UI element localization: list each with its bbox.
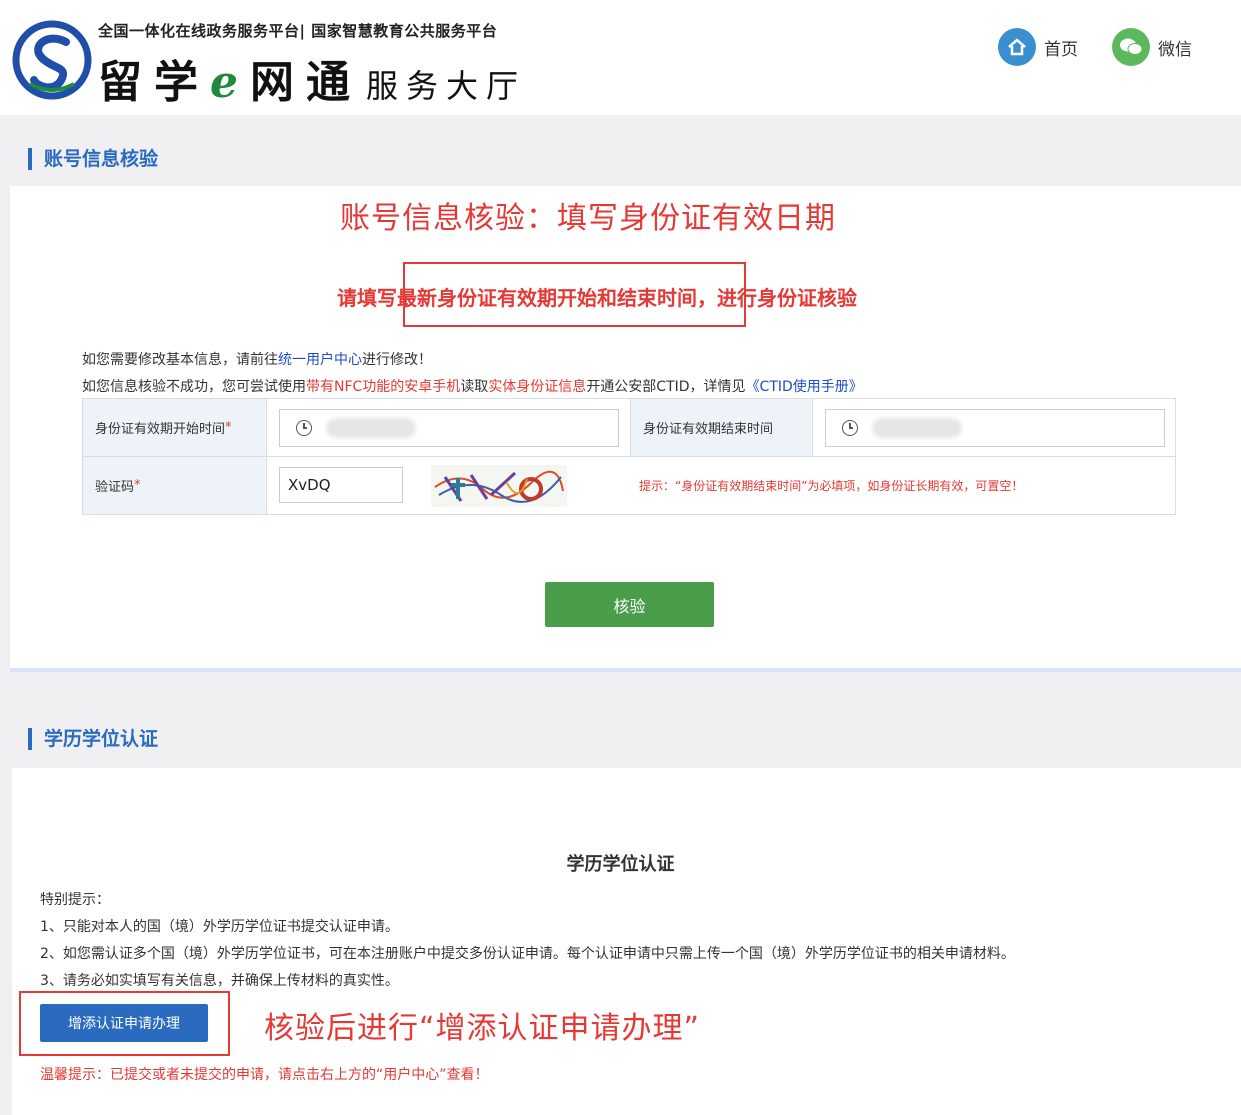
required-mark: *	[225, 420, 232, 435]
notice1-pre: 如您需要修改基本信息，请前往	[82, 352, 278, 368]
brand-sub: 服务大厅	[366, 67, 527, 105]
annotation-add: 核验后进行“增添认证申请办理”	[264, 1011, 701, 1046]
brand-main-2: 网通	[250, 57, 362, 108]
notice2-nfc: 带有NFC功能的安卓手机	[306, 379, 461, 395]
end-date-label: 身份证有效期结束时间	[631, 399, 813, 457]
home-label: 首页	[1044, 39, 1078, 60]
blurred-value	[872, 418, 962, 438]
blurred-value	[326, 418, 416, 438]
section-heading-account: 账号信息核验	[28, 148, 158, 170]
end-date-input[interactable]	[825, 409, 1165, 447]
section-heading-degree: 学历学位认证	[28, 728, 158, 750]
wechat-link[interactable]: 微信	[1112, 28, 1192, 66]
start-date-label-text: 身份证有效期开始时间	[95, 422, 226, 437]
end-date-cell	[813, 399, 1175, 457]
notice2-p2: 读取	[460, 379, 489, 395]
notice-line-1: 如您需要修改基本信息，请前往统一用户中心进行修改！	[82, 349, 432, 369]
captcha-label: 验证码 *	[83, 457, 267, 514]
warm-tip: 温馨提示：已提交或者未提交的申请，请点击右上方的“用户中心”查看！	[40, 1067, 489, 1083]
notice1-post: 进行修改！	[362, 352, 432, 368]
end-date-label-text: 身份证有效期结束时间	[643, 422, 774, 437]
form-hint: 提示：“身份证有效期结束时间”为必填项，如身份证长期有效，可置空！	[639, 479, 1024, 493]
captcha-cell: XvDQ 提示：“身份证有效期结束时间”为必填项，如身份证长期有效，可置空！	[267, 457, 1175, 514]
logo-emblem-icon	[12, 20, 92, 100]
verify-button[interactable]: 核验	[545, 582, 714, 627]
notice-line-2: 如您信息核验不成功，您可尝试使用带有NFC功能的安卓手机读取实体身份证信息开通公…	[82, 376, 863, 396]
platform-line: 全国一体化在线政务服务平台| 国家智慧教育公共服务平台	[98, 22, 498, 40]
brand-title: 留学 e 网通 服务大厅	[98, 46, 526, 108]
notice2-p3: 开通公安部CTID，详情见	[586, 379, 746, 395]
start-date-cell	[267, 399, 631, 457]
home-link[interactable]: 首页	[998, 28, 1078, 66]
brand-main-1: 留学	[98, 57, 210, 108]
required-mark: *	[134, 478, 141, 493]
captcha-label-text: 验证码	[95, 480, 135, 495]
wechat-label: 微信	[1158, 39, 1192, 60]
notice2-idcard: 实体身份证信息	[488, 379, 587, 395]
degree-panel	[12, 768, 1241, 1115]
start-date-label: 身份证有效期开始时间 *	[83, 399, 267, 457]
clock-icon	[296, 420, 312, 436]
tip-3: 3、请务必如实填写有关信息，并确保上传材料的真实性。	[40, 973, 399, 989]
id-verify-form: 身份证有效期开始时间 * 身份证有效期结束时间 验证码 * XvDQ 提示：“身份证…	[82, 398, 1176, 515]
highlight-box	[19, 991, 230, 1056]
wechat-icon	[1112, 28, 1150, 66]
user-center-link[interactable]: 统一用户中心	[278, 352, 362, 368]
tip-2: 2、如您需认证多个国（境）外学历学位证书，可在本注册账户中提交多份认证申请。每个…	[40, 946, 1015, 962]
start-date-input[interactable]	[279, 409, 619, 447]
ctid-manual-link[interactable]: 《CTID使用手册》	[746, 379, 863, 395]
captcha-input[interactable]: XvDQ	[279, 467, 403, 503]
notice2-p1: 如您信息核验不成功，您可尝试使用	[82, 379, 306, 395]
brand-e: e	[210, 57, 250, 108]
tips-title: 特别提示：	[40, 892, 110, 908]
card-title: 学历学位认证	[566, 854, 675, 875]
highlight-box	[403, 262, 746, 327]
annotation-title: 账号信息核验：填写身份证有效日期	[340, 201, 836, 236]
clock-icon	[842, 420, 858, 436]
captcha-image[interactable]	[431, 465, 567, 507]
home-icon	[998, 28, 1036, 66]
tip-1: 1、只能对本人的国（境）外学历学位证书提交认证申请。	[40, 919, 399, 935]
site-header: 全国一体化在线政务服务平台| 国家智慧教育公共服务平台 留学 e 网通 服务大厅…	[0, 0, 1241, 115]
